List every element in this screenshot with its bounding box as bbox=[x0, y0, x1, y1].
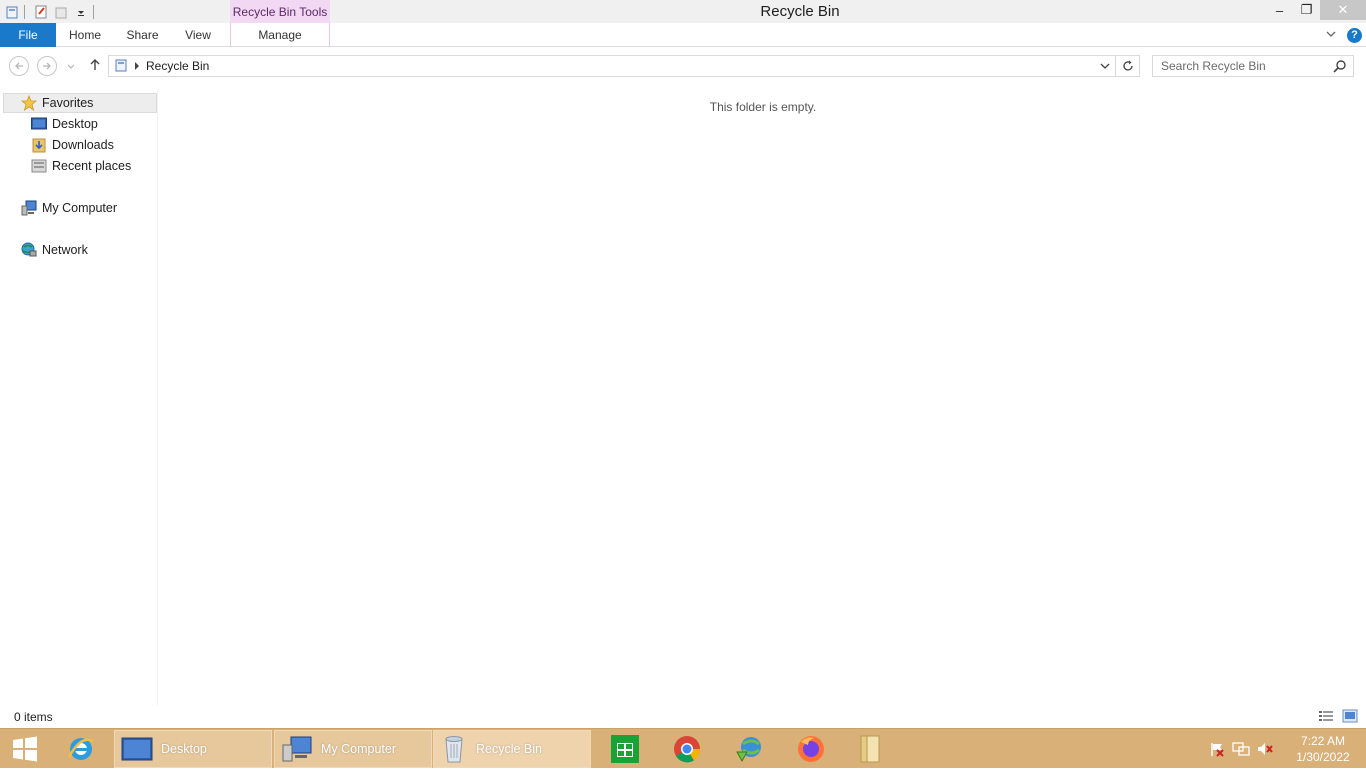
toolbar-divider bbox=[24, 4, 25, 19]
search-input[interactable] bbox=[1161, 56, 1331, 76]
network-icon bbox=[20, 242, 37, 259]
taskbar-window-label: Desktop bbox=[161, 742, 207, 756]
windows-logo-icon bbox=[13, 736, 37, 762]
recycle-bin-small-icon bbox=[114, 58, 128, 75]
expand-ribbon-chevron-icon[interactable] bbox=[1325, 28, 1337, 42]
internet-explorer-icon bbox=[67, 738, 94, 760]
desktop-icon bbox=[30, 116, 47, 133]
toolbar-divider bbox=[93, 4, 94, 19]
navigation-pane: Favorites Desktop Downloads Recent place… bbox=[0, 90, 158, 705]
file-list-area[interactable]: This folder is empty. bbox=[158, 83, 1366, 705]
tab-view[interactable]: View bbox=[178, 23, 218, 47]
view-switcher bbox=[1318, 709, 1358, 726]
clock-time: 7:22 AM bbox=[1300, 734, 1346, 748]
taskbar-window-recycle-bin[interactable]: Recycle Bin bbox=[433, 730, 591, 768]
star-icon bbox=[20, 95, 37, 112]
taskbar-internet-explorer[interactable] bbox=[54, 729, 108, 769]
computer-icon bbox=[282, 736, 312, 762]
customize-toolbar-chevron-icon[interactable] bbox=[73, 4, 89, 20]
recent-places-icon bbox=[30, 158, 47, 175]
search-box[interactable] bbox=[1152, 55, 1354, 77]
close-button[interactable]: ✕ bbox=[1320, 0, 1366, 20]
nav-item-downloads[interactable]: Downloads bbox=[30, 135, 114, 155]
navigation-bar: Recycle Bin bbox=[0, 47, 1366, 83]
taskbar-chrome[interactable] bbox=[660, 729, 714, 769]
taskbar-firefox[interactable] bbox=[784, 729, 838, 769]
taskbar: Desktop My Computer Recycle Bin 7:22 AM bbox=[0, 728, 1366, 768]
tab-share[interactable]: Share bbox=[120, 23, 165, 47]
volume-muted-icon[interactable] bbox=[1254, 738, 1276, 760]
back-button[interactable] bbox=[9, 56, 29, 76]
status-bar: 0 items bbox=[0, 705, 1366, 728]
clock-date: 1/30/2022 bbox=[1296, 750, 1350, 764]
recycle-bin-icon bbox=[445, 736, 463, 763]
taskbar-window-desktop[interactable]: Desktop bbox=[114, 730, 272, 768]
nav-item-label: Desktop bbox=[52, 117, 98, 131]
restore-button[interactable]: ❐ bbox=[1293, 0, 1320, 20]
tab-file[interactable]: File bbox=[0, 23, 56, 47]
start-button[interactable] bbox=[0, 729, 50, 769]
address-dropdown-chevron-icon[interactable] bbox=[1099, 60, 1111, 75]
help-button[interactable]: ? bbox=[1347, 27, 1362, 43]
title-bar: Recycle Bin Tools Recycle Bin – ❐ ✕ bbox=[0, 0, 1366, 23]
tab-home[interactable]: Home bbox=[62, 23, 108, 47]
context-tab-group-label: Recycle Bin Tools bbox=[230, 0, 330, 23]
desktop-icon bbox=[121, 737, 153, 761]
computer-icon bbox=[20, 200, 37, 217]
taskbar-store[interactable] bbox=[598, 729, 652, 769]
taskbar-window-my-computer[interactable]: My Computer bbox=[274, 730, 432, 768]
quick-access-toolbar bbox=[0, 0, 98, 23]
nav-item-recent-places[interactable]: Recent places bbox=[30, 156, 131, 176]
nav-item-desktop[interactable]: Desktop bbox=[30, 114, 98, 134]
forward-arrow-icon bbox=[43, 62, 51, 70]
nav-item-network[interactable]: Network bbox=[20, 240, 88, 260]
nav-item-label: Recent places bbox=[52, 159, 132, 173]
minimize-button[interactable]: – bbox=[1266, 0, 1293, 20]
empty-folder-message: This folder is empty. bbox=[709, 100, 817, 114]
nav-item-label: Favorites bbox=[42, 96, 94, 110]
chrome-icon bbox=[674, 736, 701, 763]
item-count: 0 items bbox=[14, 710, 53, 724]
nav-item-favorites[interactable]: Favorites bbox=[3, 93, 157, 113]
details-view-icon[interactable] bbox=[1318, 709, 1334, 726]
tab-manage[interactable]: Manage bbox=[230, 23, 330, 47]
window-controls: – ❐ ✕ bbox=[1266, 0, 1366, 20]
network-status-icon[interactable] bbox=[1230, 738, 1252, 760]
download-manager-icon bbox=[736, 737, 761, 763]
address-bar[interactable]: Recycle Bin bbox=[108, 55, 1116, 77]
properties-icon[interactable] bbox=[33, 4, 49, 20]
firefox-icon bbox=[798, 736, 824, 762]
breadcrumb[interactable]: Recycle Bin bbox=[146, 59, 209, 73]
recent-locations-chevron-icon[interactable] bbox=[66, 60, 76, 74]
action-center-flag-icon[interactable] bbox=[1206, 738, 1228, 760]
taskbar-file-explorer[interactable] bbox=[843, 729, 897, 769]
nav-item-my-computer[interactable]: My Computer bbox=[20, 198, 117, 218]
search-icon[interactable] bbox=[1333, 59, 1347, 76]
nav-item-label: Downloads bbox=[52, 138, 114, 152]
refresh-icon bbox=[1122, 60, 1133, 71]
system-clock[interactable]: 7:22 AM 1/30/2022 bbox=[1284, 733, 1362, 765]
refresh-button[interactable] bbox=[1115, 55, 1140, 77]
taskbar-window-label: Recycle Bin bbox=[476, 742, 542, 756]
recycle-bin-small-icon[interactable] bbox=[4, 4, 20, 20]
taskbar-window-label: My Computer bbox=[321, 742, 397, 756]
store-icon bbox=[611, 735, 639, 763]
ribbon-right-controls: ? bbox=[1325, 23, 1366, 47]
up-arrow-icon[interactable] bbox=[88, 58, 102, 75]
taskbar-download-manager[interactable] bbox=[722, 729, 776, 769]
nav-item-label: My Computer bbox=[42, 201, 118, 215]
breadcrumb-separator-icon[interactable] bbox=[134, 59, 140, 73]
file-explorer-icon bbox=[860, 735, 880, 763]
forward-button[interactable] bbox=[37, 56, 57, 76]
ribbon-tabs: File Home Share View Manage bbox=[0, 23, 1366, 47]
system-tray: 7:22 AM 1/30/2022 bbox=[1206, 729, 1366, 769]
new-folder-icon[interactable] bbox=[53, 4, 69, 20]
window-title: Recycle Bin bbox=[760, 3, 840, 20]
back-arrow-icon bbox=[15, 62, 23, 70]
large-icons-view-icon[interactable] bbox=[1342, 709, 1358, 726]
nav-item-label: Network bbox=[42, 243, 88, 257]
downloads-icon bbox=[30, 137, 47, 154]
